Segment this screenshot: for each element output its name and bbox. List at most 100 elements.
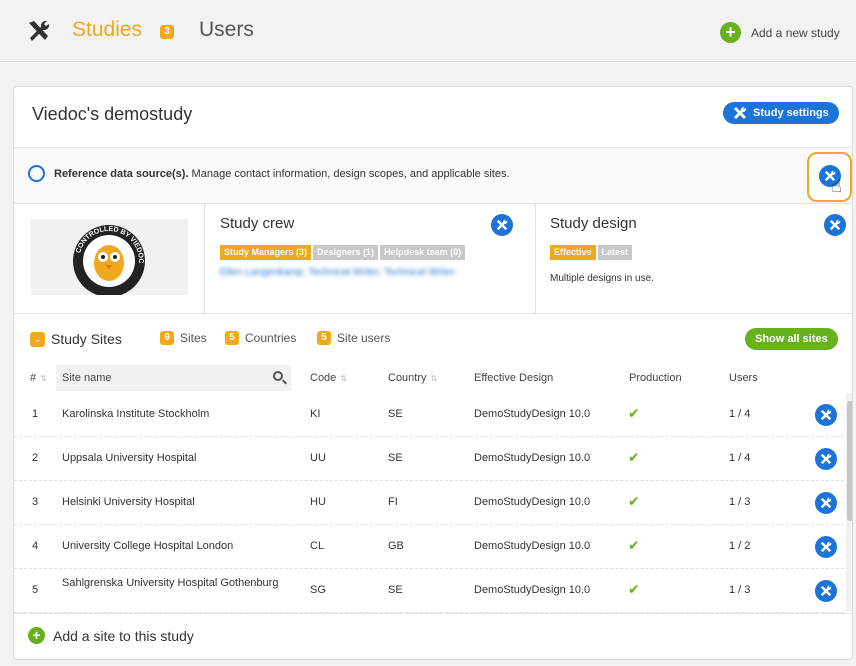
site-effective-design: DemoStudyDesign 10.0	[474, 496, 591, 508]
reference-data-text: Reference data source(s). Manage contact…	[54, 168, 510, 180]
site-country: FI	[388, 496, 398, 508]
design-status-chips: Effective Latest	[550, 245, 633, 260]
study-card: Viedoc's demostudy Study settings Refere…	[13, 86, 853, 660]
countries-count-label: Countries	[245, 331, 297, 345]
site-country: SE	[388, 584, 403, 596]
study-design-settings-button[interactable]	[824, 214, 846, 236]
site-country: SE	[388, 408, 403, 420]
row-number: 5	[32, 584, 39, 596]
add-new-study-button[interactable]: + Add a new study	[720, 22, 840, 43]
search-icon[interactable]	[273, 371, 283, 381]
site-settings-button[interactable]	[815, 580, 837, 602]
helpdesk-team-chip[interactable]: Helpdesk team (0)	[380, 245, 466, 260]
table-row[interactable]: 4 University College Hospital London CL GB D…	[14, 525, 844, 569]
show-all-sites-button[interactable]: Show all sites	[745, 328, 838, 350]
crew-member-links[interactable]: Ellen Langenkamp, Technical Writer, Tech…	[220, 267, 455, 278]
tools-icon	[734, 106, 747, 119]
designers-chip[interactable]: Designers (1)	[313, 245, 379, 260]
site-country: GB	[388, 540, 404, 552]
sort-icon: ⇅	[430, 374, 438, 383]
nav-users[interactable]: Users	[199, 18, 254, 42]
table-row[interactable]: 3 Helsinki University Hospital HU FI DemoStu…	[14, 481, 844, 525]
site-name: Uppsala University Hospital	[62, 452, 197, 464]
tools-icon	[820, 585, 832, 597]
sites-count-label: Sites	[180, 331, 207, 345]
site-users-count-badge: 5	[317, 331, 331, 345]
scroll-thumb[interactable]	[847, 401, 852, 521]
checkmark-icon: ✔	[628, 581, 640, 597]
site-users: 1 / 3	[729, 584, 751, 596]
sort-icon: ⇅	[40, 374, 47, 383]
site-users: 1 / 3	[729, 496, 751, 508]
studies-count-badge: 3	[160, 25, 174, 39]
site-name: Helsinki University Hospital	[62, 496, 195, 508]
site-settings-button[interactable]	[815, 536, 837, 558]
tools-icon	[820, 497, 832, 509]
site-users: 1 / 2	[729, 540, 751, 552]
table-scrollbar[interactable]	[846, 393, 852, 611]
study-title: Viedoc's demostudy	[32, 104, 193, 124]
site-settings-button[interactable]	[815, 492, 837, 514]
site-country: SE	[388, 452, 403, 464]
tools-logo-icon[interactable]	[26, 18, 52, 44]
site-users: 1 / 4	[729, 452, 751, 464]
reference-data-button-highlight: ☝	[807, 152, 852, 202]
column-code[interactable]: Code ⇅	[310, 372, 347, 384]
column-num[interactable]: # ⇅	[30, 372, 47, 384]
reference-data-row: Reference data source(s). Manage contact…	[14, 148, 852, 203]
column-site-name: Site name	[62, 372, 112, 384]
study-sites-title: Study Sites	[51, 331, 122, 347]
site-name-search[interactable]: Site name	[56, 365, 291, 391]
site-code: SG	[310, 584, 326, 596]
column-country[interactable]: Country ⇅	[388, 372, 437, 384]
column-effective-design: Effective Design	[474, 372, 554, 384]
tools-icon	[496, 219, 508, 231]
divider	[535, 203, 536, 313]
table-row[interactable]: 5 Sahlgrenska University Hospital Gothenb…	[14, 569, 844, 613]
table-row[interactable]: 2 Uppsala University Hospital UU SE DemoStud…	[14, 437, 844, 481]
top-bar: Studies 3 Users + Add a new study	[0, 0, 856, 62]
add-new-study-label: Add a new study	[751, 25, 840, 40]
site-settings-button[interactable]	[815, 448, 837, 470]
reference-data-desc: Manage contact information, design scope…	[188, 168, 510, 180]
divider	[14, 613, 852, 614]
latest-chip: Latest	[597, 245, 633, 260]
sites-table-header: # ⇅ Site name Code ⇅ Country ⇅ Effective De…	[14, 363, 852, 393]
row-number: 3	[32, 496, 39, 508]
row-number: 4	[32, 540, 39, 552]
site-users-count-label: Site users	[337, 331, 391, 345]
countries-count: 5 Countries	[225, 331, 296, 345]
chevron-down-icon: ⌄	[30, 331, 45, 347]
plus-icon: +	[28, 627, 45, 644]
globe-icon	[28, 165, 45, 182]
add-site-button[interactable]: + Add a site to this study	[28, 627, 194, 644]
site-settings-button[interactable]	[815, 404, 837, 426]
row-number: 2	[32, 452, 39, 464]
checkmark-icon: ✔	[628, 449, 640, 465]
crew-role-chips: Study Managers (3) Designers (1) Helpdes…	[220, 245, 466, 260]
study-sites-toggle[interactable]: ⌄ Study Sites	[30, 331, 122, 347]
tools-icon	[820, 453, 832, 465]
checkmark-icon: ✔	[628, 405, 640, 421]
tools-icon	[829, 219, 841, 231]
add-site-label: Add a site to this study	[53, 627, 194, 644]
site-code: CL	[310, 540, 325, 552]
site-effective-design: DemoStudyDesign 10.0	[474, 408, 591, 420]
tools-icon	[820, 409, 832, 421]
site-name: Karolinska Institute Stockholm	[62, 408, 210, 420]
reference-data-bold: Reference data source(s).	[54, 168, 189, 180]
study-settings-button[interactable]: Study settings	[723, 102, 839, 124]
controlled-by-viedoc-logo: CONTROLLED BY VIEDOC	[73, 225, 145, 295]
tools-icon	[820, 541, 832, 553]
study-managers-chip[interactable]: Study Managers (3)	[220, 245, 312, 260]
checkmark-icon: ✔	[628, 537, 640, 553]
study-crew-settings-button[interactable]	[491, 214, 513, 236]
study-logo: CONTROLLED BY VIEDOC	[31, 219, 188, 295]
site-name: University College Hospital London	[62, 540, 234, 552]
checkmark-icon: ✔	[628, 493, 640, 509]
site-code: KI	[310, 408, 321, 420]
table-row[interactable]: 1 Karolinska Institute Stockholm KI SE DemoS…	[14, 393, 844, 437]
column-production: Production	[629, 372, 682, 384]
study-sites-header: ⌄ Study Sites 9 Sites 5 Countries 5 Site…	[14, 313, 852, 363]
nav-studies[interactable]: Studies	[72, 18, 142, 42]
